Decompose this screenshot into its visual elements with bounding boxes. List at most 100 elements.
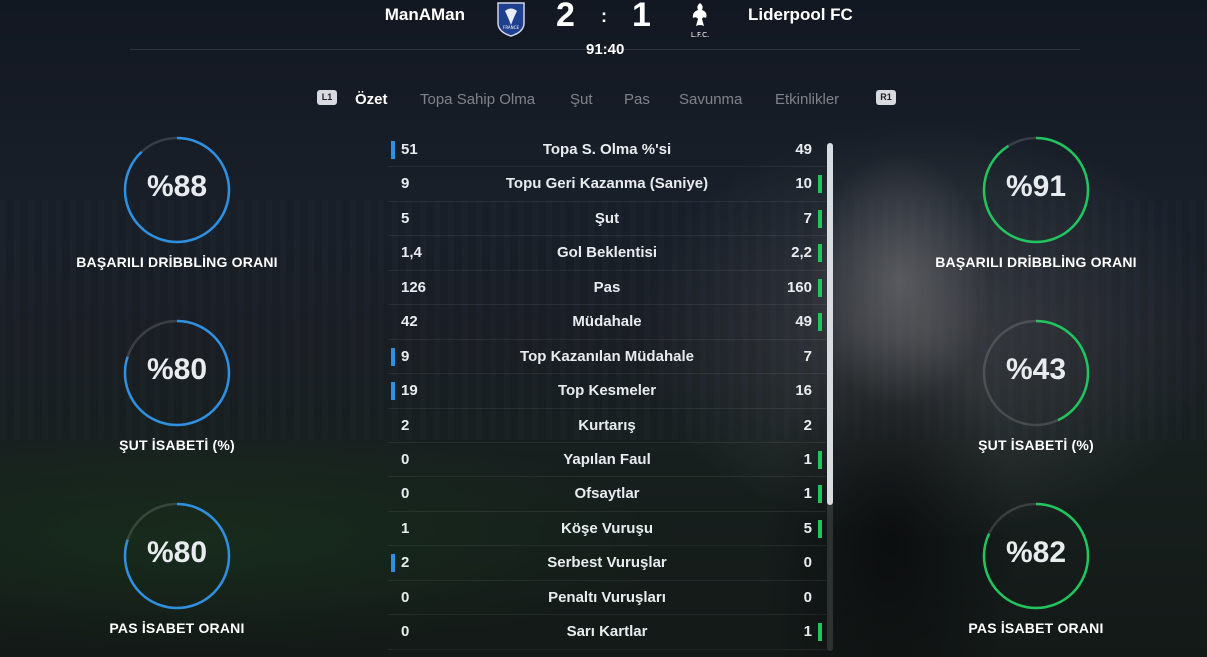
home-stat-value: 1,4 <box>401 244 422 262</box>
table-row: 9 Top Kazanılan Müdahale 7 <box>388 340 826 375</box>
away-stat-value: 160 <box>786 278 812 296</box>
stat-percentage: %88 <box>146 170 208 203</box>
table-row: 51 Topa S. Olma %'si 49 <box>388 133 826 168</box>
stat-caption: PAS İSABET ORANI <box>968 620 1104 636</box>
stat-percentage: %80 <box>146 353 208 386</box>
home-leader-marker <box>391 382 395 401</box>
away-stat-value: 49 <box>795 313 812 331</box>
home-crest-text: FRANCE <box>503 25 519 30</box>
stat-name: Sarı Kartlar <box>566 623 648 641</box>
table-row: 19 Top Kesmeler 16 <box>388 374 826 409</box>
stats-comparison-table[interactable]: 5 1 Topa S. Olma %'si 49 9 Topu Geri Kazanma … <box>388 133 826 653</box>
stat-name: Topu Geri Kazanma (Saniye) <box>505 175 709 193</box>
stat-name: Penaltı Vuruşları <box>548 588 666 606</box>
stat-caption: PAS İSABET ORANI <box>109 620 245 636</box>
away-stat-value: 2 <box>803 416 812 434</box>
stat-percentage: %80 <box>146 536 208 569</box>
stat-name: Ofsaytlar <box>574 485 640 503</box>
home-team-name: ManAMan <box>384 5 465 24</box>
table-row: 0 Penaltı Vuruşları 0 <box>388 581 826 616</box>
away-shot-accuracy-stat: %43 ŞUT İSABETİ (%) <box>916 319 1156 479</box>
away-leader-marker <box>818 623 822 642</box>
l1-button-hint-icon[interactable]: L1 <box>317 90 337 105</box>
home-stat-value: 1 <box>401 519 410 537</box>
home-pass-accuracy-stat: %80 PAS İSABET ORANI <box>57 502 297 657</box>
tab-pas[interactable]: Pas <box>624 91 650 108</box>
away-stat-value: 49 <box>795 141 812 158</box>
stat-percentage: %82 <box>1005 536 1067 569</box>
table-row: 0 Ofsaytlar 1 <box>388 477 826 512</box>
home-stat-value: 2 <box>401 554 410 572</box>
away-stat-value: 1 <box>803 623 812 641</box>
home-stat-value: 5 <box>401 209 410 227</box>
score-separator: : <box>601 6 607 26</box>
tab-topa-sahip-olma[interactable]: Topa Sahip Olma <box>420 91 535 108</box>
away-stat-value: 2,2 <box>791 244 812 262</box>
stat-caption: ŞUT İSABETİ (%) <box>119 437 235 453</box>
table-row: 2 Kurtarış 2 <box>388 409 826 443</box>
home-stat-value: 19 <box>401 382 418 400</box>
away-stat-value: 1 <box>803 450 812 468</box>
table-row: 126 Pas 160 <box>388 271 826 306</box>
table-row: 1 Köşe Vuruşu 5 <box>388 512 826 547</box>
stats-scrollbar[interactable] <box>827 143 833 651</box>
stat-name: Serbest Vuruşlar <box>547 554 667 572</box>
stat-name: Kurtarış <box>578 416 636 434</box>
away-stat-value: 0 <box>803 588 812 606</box>
tab-etkinlikler[interactable]: Etkinlikler <box>775 91 839 108</box>
home-stat-value: 9 <box>401 175 410 193</box>
stat-name: Şut <box>594 209 620 227</box>
stat-name: Top Kazanılan Müdahale <box>520 347 694 365</box>
away-leader-marker <box>818 313 822 332</box>
home-shot-accuracy-stat: %80 ŞUT İSABETİ (%) <box>57 319 297 479</box>
away-stat-value: 5 <box>803 519 812 537</box>
away-stat-value: 7 <box>803 347 812 365</box>
away-stat-value: 10 <box>795 175 812 193</box>
stat-name: Müdahale <box>572 313 642 331</box>
home-score: 2 <box>556 0 575 34</box>
table-row: 0 Yapılan Faul 1 <box>388 443 826 478</box>
stat-name: Pas <box>593 278 621 296</box>
home-leader-marker <box>391 141 395 159</box>
away-leader-marker <box>818 519 822 538</box>
stat-name: Topa S. Olma %'si <box>542 141 672 158</box>
away-dribbling-success-stat: %91 BAŞARILI DRİBBLİNG ORANI <box>916 136 1156 296</box>
away-stat-value: 0 <box>803 554 812 572</box>
table-row: 0 Sarı Kartlar 1 <box>388 615 826 650</box>
away-stat-value: 1 <box>803 485 812 503</box>
away-leader-marker <box>818 485 822 504</box>
stats-tab-bar: L1 Özet Topa Sahip Olma Şut Pas Savunma … <box>0 88 1207 114</box>
home-stat-value: 42 <box>401 313 418 331</box>
home-stat-value: 2 <box>401 416 410 434</box>
away-pass-accuracy-stat: %82 PAS İSABET ORANI <box>916 502 1156 657</box>
home-stat-value: 0 <box>401 623 410 641</box>
tab-savunma[interactable]: Savunma <box>679 91 742 108</box>
table-row: 2 Serbest Vuruşlar 0 <box>388 546 826 581</box>
stats-scrollbar-thumb[interactable] <box>827 143 833 505</box>
away-leader-marker <box>818 450 822 469</box>
away-team-crest-icon: L.F.C. <box>686 0 714 40</box>
match-stats-screen: ManAMan FRANCE 2 : 1 L.F.C. Liderpool FC… <box>0 0 1207 657</box>
home-stat-value: 0 <box>401 485 410 503</box>
home-stat-value: 0 <box>401 450 410 468</box>
away-team-name: Liderpool FC <box>748 5 853 24</box>
home-dribbling-success-stat: %88 BAŞARILI DRİBBLİNG ORANI <box>57 136 297 296</box>
away-score: 1 <box>632 0 651 34</box>
away-crest-text: L.F.C. <box>691 31 709 39</box>
stat-percentage: %43 <box>1005 353 1067 386</box>
tab-ozet[interactable]: Özet <box>355 91 388 108</box>
tab-sut[interactable]: Şut <box>570 91 593 108</box>
stat-caption: ŞUT İSABETİ (%) <box>978 437 1094 453</box>
away-leader-marker <box>818 278 822 297</box>
home-leader-marker <box>391 554 395 573</box>
table-row: 9 Topu Geri Kazanma (Saniye) 10 <box>388 167 826 202</box>
away-stat-value: 7 <box>803 209 812 227</box>
stat-percentage: %91 <box>1005 170 1067 203</box>
r1-button-hint-icon[interactable]: R1 <box>876 90 896 105</box>
away-leader-marker <box>818 175 822 194</box>
home-stat-value: 0 <box>401 588 410 606</box>
table-row: 42 Müdahale 49 <box>388 305 826 340</box>
away-stat-value: 16 <box>795 382 812 400</box>
stat-name: Gol Beklentisi <box>556 244 658 262</box>
match-clock: 91:40 <box>586 41 625 58</box>
